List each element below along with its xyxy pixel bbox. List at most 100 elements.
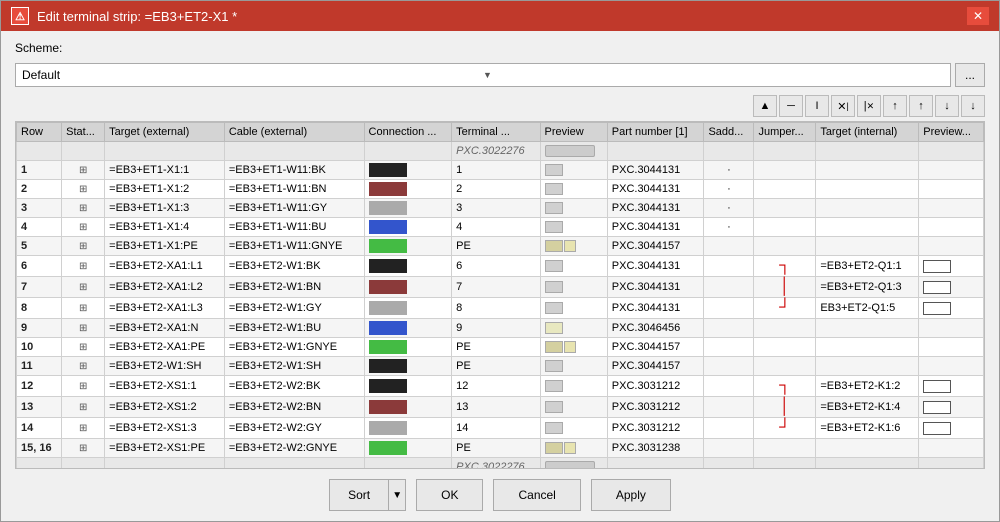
part-number-cell: PXC.3044131: [607, 199, 704, 218]
preview2-cell: [919, 180, 984, 199]
toolbar-insert-btn[interactable]: I: [805, 95, 829, 117]
jumper-cell: [754, 237, 816, 256]
row-num-cell: 1: [17, 161, 62, 180]
close-button[interactable]: ✕: [967, 7, 989, 25]
cable-ext-cell: =EB3+ET2-W1:BK: [224, 256, 364, 277]
cable-ext-cell: =EB3+ET1-W11:BN: [224, 180, 364, 199]
part-number-cell: PXC.3031212: [607, 418, 704, 439]
preview-cell: [540, 338, 607, 357]
target-int-cell: =EB3+ET2-K1:4: [816, 397, 919, 418]
sort-dropdown-button[interactable]: ▼: [388, 479, 406, 511]
preview2-cell: [919, 218, 984, 237]
table-row[interactable]: 14 ⊞ =EB3+ET2-XS1:3 =EB3+ET2-W2:GY 14 PX…: [17, 418, 984, 439]
connection-cell: [364, 338, 452, 357]
part-number-cell: PXC.3044157: [607, 338, 704, 357]
preview2-cell: [919, 376, 984, 397]
preview2-cell: [919, 298, 984, 319]
table-row[interactable]: 15, 16 ⊞ =EB3+ET2-XS1:PE =EB3+ET2-W2:GNY…: [17, 439, 984, 458]
row-num-cell: 4: [17, 218, 62, 237]
table-row[interactable]: 10 ⊞ =EB3+ET2-XA1:PE =EB3+ET2-W1:GNYE PE…: [17, 338, 984, 357]
toolbar-sort-down-btn[interactable]: ↓: [935, 95, 959, 117]
saddle-cell: [704, 418, 754, 439]
connection-cell: [364, 256, 452, 277]
apply-button[interactable]: Apply: [591, 479, 671, 511]
toolbar-move-up-btn[interactable]: ▲: [753, 95, 777, 117]
connection-cell: [364, 218, 452, 237]
toolbar-delete-right-btn[interactable]: ✕|: [831, 95, 855, 117]
target-int-cell: [816, 237, 919, 256]
table-row[interactable]: 6 ⊞ =EB3+ET2-XA1:L1 =EB3+ET2-W1:BK 6 PXC…: [17, 256, 984, 277]
toolbar-align-btn[interactable]: ─: [779, 95, 803, 117]
connection-cell: [364, 458, 452, 470]
target-int-cell: [816, 338, 919, 357]
table-row[interactable]: 5 ⊞ =EB3+ET1-X1:PE =EB3+ET1-W11:GNYE PE …: [17, 237, 984, 256]
preview2-cell: [919, 199, 984, 218]
table-row[interactable]: 12 ⊞ =EB3+ET2-XS1:1 =EB3+ET2-W2:BK 12 PX…: [17, 376, 984, 397]
preview2-cell: [919, 161, 984, 180]
preview-cell: [540, 298, 607, 319]
col-cable-ext: Cable (external): [224, 123, 364, 142]
row-num-cell: 12: [17, 376, 62, 397]
saddle-cell: [704, 397, 754, 418]
sort-button[interactable]: Sort: [329, 479, 388, 511]
part-number-cell: PXC.3044131: [607, 256, 704, 277]
cable-ext-cell: =EB3+ET1-W11:GY: [224, 199, 364, 218]
table-row[interactable]: 9 ⊞ =EB3+ET2-XA1:N =EB3+ET2-W1:BU 9 PXC.…: [17, 319, 984, 338]
preview2-cell: [919, 397, 984, 418]
table-row[interactable]: 4 ⊞ =EB3+ET1-X1:4 =EB3+ET1-W11:BU 4 PXC.…: [17, 218, 984, 237]
ok-button[interactable]: OK: [416, 479, 483, 511]
jumper-cell: [754, 338, 816, 357]
stat-cell: ⊞: [62, 218, 105, 237]
toolbar-sort-up2-btn[interactable]: ↑: [909, 95, 933, 117]
part-number-cell: PXC.3031212: [607, 376, 704, 397]
target-ext-cell: =EB3+ET2-XS1:3: [105, 418, 225, 439]
terminal-cell: 1: [452, 161, 540, 180]
title-bar-left: ⚠ Edit terminal strip: =EB3+ET2-X1 *: [11, 7, 237, 25]
target-ext-cell: =EB3+ET2-W1:SH: [105, 357, 225, 376]
preview-cell: [540, 256, 607, 277]
warning-icon: ⚠: [11, 7, 29, 25]
saddle-cell: [704, 338, 754, 357]
stat-cell: ⊞: [62, 319, 105, 338]
terminal-cell: PXC.3022276: [452, 458, 540, 470]
footer-row: Sort ▼ OK Cancel Apply: [15, 469, 985, 511]
preview-cell: [540, 180, 607, 199]
connection-cell: [364, 199, 452, 218]
scheme-select-display[interactable]: Default ▼: [15, 63, 951, 87]
connection-cell: [364, 397, 452, 418]
stat-cell: ⊞: [62, 256, 105, 277]
terminal-cell: 2: [452, 180, 540, 199]
jumper-cell: [754, 458, 816, 470]
toolbar-sort-up-btn[interactable]: ↑: [883, 95, 907, 117]
toolbar-sort-down2-btn[interactable]: ↓: [961, 95, 985, 117]
preview2-cell: [919, 418, 984, 439]
table-row[interactable]: PXC.3022276: [17, 458, 984, 470]
scheme-dots-button[interactable]: ...: [955, 63, 985, 87]
connection-cell: [364, 439, 452, 458]
table-row[interactable]: 13 ⊞ =EB3+ET2-XS1:2 =EB3+ET2-W2:BN 13 PX…: [17, 397, 984, 418]
jumper-cell: [754, 357, 816, 376]
table-row[interactable]: 11 ⊞ =EB3+ET2-W1:SH =EB3+ET2-W1:SH PE PX…: [17, 357, 984, 376]
saddle-cell: [704, 142, 754, 161]
table-row[interactable]: 7 ⊞ =EB3+ET2-XA1:L2 =EB3+ET2-W1:BN 7 PXC…: [17, 277, 984, 298]
terminal-cell: 7: [452, 277, 540, 298]
preview2-cell: [919, 458, 984, 470]
target-int-cell: [816, 439, 919, 458]
col-connection: Connection ...: [364, 123, 452, 142]
stat-cell: ⊞: [62, 180, 105, 199]
preview-cell: [540, 357, 607, 376]
table-row[interactable]: PXC.3022276: [17, 142, 984, 161]
preview2-cell: [919, 357, 984, 376]
target-int-cell: =EB3+ET2-Q1:1: [816, 256, 919, 277]
table-row[interactable]: 8 ⊞ =EB3+ET2-XA1:L3 =EB3+ET2-W1:GY 8 PXC…: [17, 298, 984, 319]
table-row[interactable]: 1 ⊞ =EB3+ET1-X1:1 =EB3+ET1-W11:BK 1 PXC.…: [17, 161, 984, 180]
table-row[interactable]: 2 ⊞ =EB3+ET1-X1:2 =EB3+ET1-W11:BN 2 PXC.…: [17, 180, 984, 199]
target-ext-cell: =EB3+ET2-XS1:PE: [105, 439, 225, 458]
preview-cell: [540, 439, 607, 458]
jumper-cell: ┐: [754, 256, 816, 277]
toolbar-delete-left-btn[interactable]: |✕: [857, 95, 881, 117]
cancel-button[interactable]: Cancel: [493, 479, 580, 511]
saddle-cell: [704, 256, 754, 277]
table-row[interactable]: 3 ⊞ =EB3+ET1-X1:3 =EB3+ET1-W11:GY 3 PXC.…: [17, 199, 984, 218]
stat-cell: ⊞: [62, 418, 105, 439]
